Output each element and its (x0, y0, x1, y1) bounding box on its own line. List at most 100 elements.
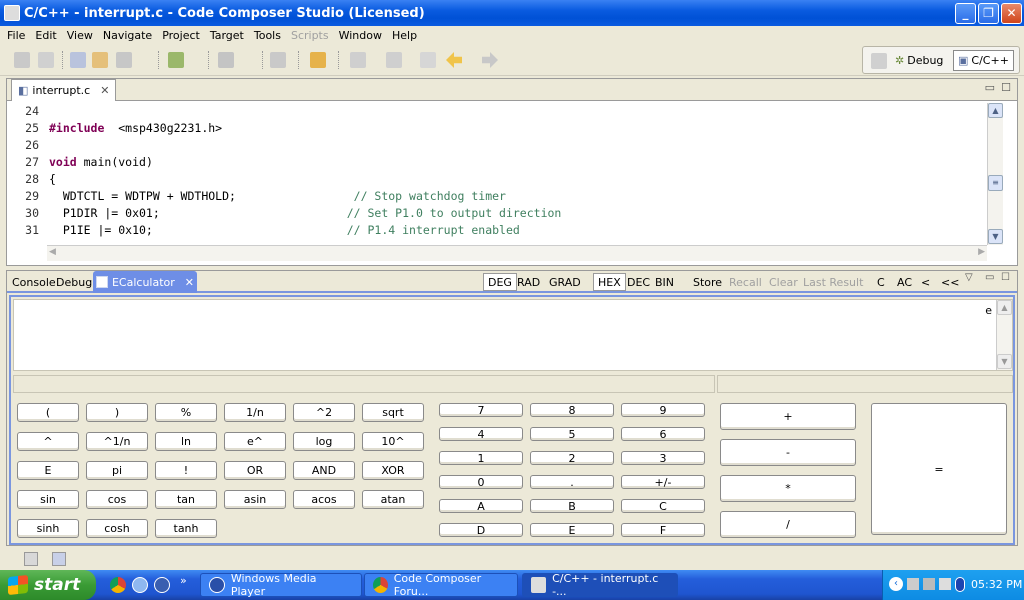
run-icon[interactable] (218, 52, 234, 68)
scroll-thumb[interactable]: ≡ (988, 175, 1003, 191)
key-4[interactable]: 4 (439, 427, 523, 441)
key-xor[interactable]: XOR (362, 461, 424, 480)
key-factorial[interactable]: ! (155, 461, 217, 480)
view-menu-icon[interactable]: ▽ (965, 272, 973, 283)
key-sqrt[interactable]: sqrt (362, 403, 424, 422)
key-f[interactable]: F (621, 523, 705, 537)
minimize-panel-icon[interactable]: ▭ (985, 272, 994, 283)
clock[interactable]: 05:32 PM (971, 578, 1022, 591)
key-lparen[interactable]: ( (17, 403, 79, 422)
maximize-panel-icon[interactable]: ☐ (1001, 272, 1010, 283)
key-pow-2[interactable]: ^2 (293, 403, 355, 422)
code-line[interactable]: 29 WDTCTL = WDTPW + WDTHOLD; // Stop wat… (7, 188, 991, 205)
key-rparen[interactable]: ) (86, 403, 148, 422)
code-line[interactable]: 27 void main(void) (7, 154, 991, 171)
close-button[interactable]: ✕ (1001, 3, 1022, 24)
scroll-right-icon[interactable]: ▶ (978, 247, 985, 257)
bases-dec-button[interactable]: DEC (623, 273, 654, 291)
key-3[interactable]: 3 (621, 451, 705, 465)
forward-arrow-icon[interactable] (482, 52, 498, 68)
key-plus[interactable]: + (720, 403, 856, 430)
back-arrow-icon[interactable] (446, 52, 462, 68)
scroll-up-icon[interactable]: ▲ (988, 103, 1003, 118)
menu-file[interactable]: File (2, 29, 30, 42)
key-or[interactable]: OR (224, 461, 286, 480)
key-sinh[interactable]: sinh (17, 519, 79, 538)
memory-recall-button[interactable]: Recall (725, 273, 766, 291)
console-icon[interactable] (52, 552, 66, 566)
clear-c-button[interactable]: C (873, 273, 889, 291)
ie-quicklaunch-icon[interactable] (132, 577, 148, 593)
memory-clear-button[interactable]: Clear (765, 273, 802, 291)
key-acos[interactable]: acos (293, 490, 355, 509)
code-line[interactable]: 30 P1DIR |= 0x01; // Set P1.0 to output … (7, 205, 991, 222)
code-line[interactable]: 28 { (7, 171, 991, 188)
start-button[interactable]: start (0, 570, 96, 600)
menu-navigate[interactable]: Navigate (98, 29, 157, 42)
key-equals[interactable]: = (871, 403, 1007, 535)
key-dot[interactable]: . (530, 475, 614, 489)
clear--button[interactable]: << (937, 273, 963, 291)
clear--button[interactable]: < (917, 273, 934, 291)
bluetooth-icon[interactable] (955, 577, 965, 592)
key-epow[interactable]: e^ (224, 432, 286, 451)
key-10pow[interactable]: 10^ (362, 432, 424, 451)
key-pow-1-over-n[interactable]: ^1/n (86, 432, 148, 451)
open-perspective-icon[interactable] (871, 53, 887, 69)
vertical-scrollbar[interactable]: ▲ ≡ ▼ (987, 103, 1003, 245)
key-tan[interactable]: tan (155, 490, 217, 509)
code-area[interactable]: 24 25 #include <msp430g2231.h> 26 27 void mai… (7, 103, 991, 245)
key-8[interactable]: 8 (530, 403, 614, 417)
key-d[interactable]: D (439, 523, 523, 537)
key-sin[interactable]: sin (17, 490, 79, 509)
key-tanh[interactable]: tanh (155, 519, 217, 538)
key-a[interactable]: A (439, 499, 523, 513)
memory-store-button[interactable]: Store (689, 273, 726, 291)
key-and[interactable]: AND (293, 461, 355, 480)
tool-icon[interactable] (310, 52, 326, 68)
key-asin[interactable]: asin (224, 490, 286, 509)
menu-project[interactable]: Project (157, 29, 205, 42)
key-multiply[interactable]: * (720, 475, 856, 502)
key-1[interactable]: 1 (439, 451, 523, 465)
key-cosh[interactable]: cosh (86, 519, 148, 538)
key-e[interactable]: E (17, 461, 79, 480)
code-editor[interactable]: ◧ interrupt.c ✕ ▭ ☐ 24 25 #include <msp430… (6, 78, 1018, 266)
menu-view[interactable]: View (62, 29, 98, 42)
menu-tools[interactable]: Tools (249, 29, 286, 42)
media-quicklaunch-icon[interactable] (154, 577, 170, 593)
menu-scripts[interactable]: Scripts (286, 29, 334, 42)
menu-edit[interactable]: Edit (30, 29, 61, 42)
cpp-perspective-button[interactable]: ▣ C/C++ (953, 50, 1014, 71)
tab-interrupt-c[interactable]: ◧ interrupt.c ✕ (11, 79, 117, 101)
key-2[interactable]: 2 (530, 451, 614, 465)
volume-icon[interactable] (939, 578, 951, 590)
key-6[interactable]: 6 (621, 427, 705, 441)
close-tab-icon[interactable]: ✕ (100, 84, 109, 97)
minimize-view-icon[interactable]: ▭ (985, 81, 995, 94)
scroll-left-icon[interactable]: ◀ (49, 247, 56, 257)
modes-rad-button[interactable]: RAD (513, 273, 544, 291)
key-1-over-n[interactable]: 1/n (224, 403, 286, 422)
task-windows-media-player[interactable]: Windows Media Player (200, 572, 362, 598)
maximize-view-icon[interactable]: ☐ (1001, 81, 1011, 94)
display-scrollbar[interactable]: ▲ ▼ (996, 300, 1012, 370)
bases-bin-button[interactable]: BIN (651, 273, 678, 291)
memory-last-result-button[interactable]: Last Result (799, 273, 867, 291)
clear-ac-button[interactable]: AC (893, 273, 916, 291)
chrome-quicklaunch-icon[interactable] (110, 577, 126, 593)
tab-console[interactable]: Console (9, 271, 56, 293)
key-caret[interactable]: ^ (17, 432, 79, 451)
menu-window[interactable]: Window (334, 29, 387, 42)
key-b[interactable]: B (530, 499, 614, 513)
next-annotation-icon[interactable] (350, 52, 366, 68)
modes-grad-button[interactable]: GRAD (545, 273, 585, 291)
key-minus[interactable]: - (720, 439, 856, 466)
key-e[interactable]: E (530, 523, 614, 537)
key-negate[interactable]: +/- (621, 475, 705, 489)
prev-annotation-icon[interactable] (386, 52, 402, 68)
code-line[interactable]: 26 (7, 137, 991, 154)
save-icon[interactable] (14, 52, 30, 68)
display-icon[interactable] (923, 578, 935, 590)
network-icon[interactable] (907, 578, 919, 590)
